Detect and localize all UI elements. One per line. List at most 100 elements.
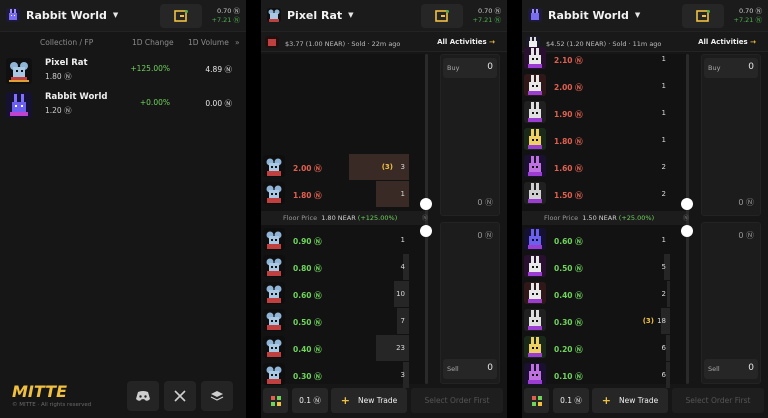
buy-value: 0 bbox=[487, 62, 493, 72]
buy-slider-knob[interactable] bbox=[681, 198, 693, 210]
buy-value: 0 bbox=[748, 62, 754, 72]
wallet-button[interactable] bbox=[682, 4, 724, 28]
ask-price: 1.50 Ⓝ bbox=[554, 191, 583, 200]
bid-row[interactable]: 0.60 Ⓝ 1 bbox=[522, 227, 670, 253]
ask-price: 1.60 Ⓝ bbox=[554, 164, 583, 173]
sell-panel: 0 Ⓝ Sell 0 bbox=[701, 222, 761, 384]
top-bar: Rabbit World ▼ 0.70 Ⓝ +7.21 Ⓝ bbox=[522, 0, 768, 32]
bid-row[interactable]: 0.60 Ⓝ 10 bbox=[261, 281, 409, 307]
nft-thumb bbox=[524, 128, 546, 150]
header-1d-volume[interactable]: 1D Volume bbox=[188, 38, 229, 47]
ask-row[interactable]: 2.00 Ⓝ 1 bbox=[522, 73, 670, 99]
collection-row-pixel-rat[interactable]: Pixel Rat 1.80 Ⓝ +125.00% 4.89 Ⓝ bbox=[0, 54, 246, 88]
collection-title: Pixel Rat bbox=[287, 8, 343, 22]
bid-row[interactable]: 0.30 Ⓝ (3) 18 bbox=[522, 308, 670, 334]
buy-panel: Buy 0 0 Ⓝ bbox=[701, 54, 761, 216]
bid-row[interactable]: 0.40 Ⓝ 2 bbox=[522, 281, 670, 307]
new-trade-label: New Trade bbox=[357, 396, 398, 405]
sell-input[interactable]: Sell 0 bbox=[443, 359, 497, 379]
nft-thumb bbox=[524, 309, 546, 331]
discord-button[interactable] bbox=[127, 381, 159, 411]
wallet-button[interactable] bbox=[421, 4, 463, 28]
ask-price: 1.80 Ⓝ bbox=[293, 191, 322, 200]
nft-thumb bbox=[524, 47, 546, 69]
bid-row[interactable]: 0.90 Ⓝ 1 bbox=[261, 227, 409, 253]
collection-row-rabbit-world[interactable]: Rabbit World 1.20 Ⓝ +0.00% 0.00 Ⓝ bbox=[0, 88, 246, 122]
stack-icon bbox=[210, 391, 224, 401]
ask-count: 2 bbox=[661, 163, 666, 171]
collection-avatar bbox=[6, 8, 20, 22]
submit-order-button[interactable]: Select Order First bbox=[411, 388, 503, 413]
wallet-button[interactable] bbox=[160, 4, 202, 28]
bid-row[interactable]: 0.50 Ⓝ 5 bbox=[522, 254, 670, 280]
new-trade-button[interactable]: + New Trade bbox=[331, 388, 407, 413]
bid-row[interactable]: 0.50 Ⓝ 7 bbox=[261, 308, 409, 334]
quantity-selector[interactable]: 0.1 Ⓝ bbox=[553, 388, 589, 413]
all-activities-link[interactable]: All Activities → bbox=[437, 38, 495, 46]
ask-count: 3 bbox=[400, 163, 405, 171]
bottom-bar: 0.1 Ⓝ + New Trade Select Order First bbox=[261, 385, 507, 415]
balance-readout: 0.70 Ⓝ +7.21 Ⓝ bbox=[212, 7, 241, 25]
more-columns-icon[interactable]: » bbox=[235, 38, 240, 47]
bid-price: 0.40 Ⓝ bbox=[554, 291, 583, 300]
bid-count: 1 bbox=[661, 236, 666, 244]
bid-count: 6 bbox=[661, 344, 666, 352]
day-volume: 0.00 Ⓝ bbox=[205, 99, 232, 108]
ask-row[interactable]: 1.60 Ⓝ 2 bbox=[522, 154, 670, 180]
bid-price: 0.90 Ⓝ bbox=[293, 237, 322, 246]
collection-name: Rabbit World bbox=[45, 92, 108, 102]
bid-row[interactable]: 0.80 Ⓝ 4 bbox=[261, 254, 409, 280]
sell-slider-knob[interactable] bbox=[420, 225, 432, 237]
ask-row[interactable]: 2.10 Ⓝ 1 bbox=[522, 46, 670, 72]
sell-slider-knob[interactable] bbox=[681, 225, 693, 237]
buy-input[interactable]: Buy 0 bbox=[443, 58, 497, 78]
collection-selector[interactable]: Rabbit World ▼ bbox=[6, 8, 118, 22]
bid-price: 0.50 Ⓝ bbox=[554, 264, 583, 273]
collection-selector[interactable]: Pixel Rat ▼ bbox=[267, 8, 354, 22]
header-collection[interactable]: Collection / FP bbox=[40, 38, 93, 47]
own-count: (3) bbox=[642, 317, 654, 325]
all-activities-link[interactable]: All Activities → bbox=[698, 38, 756, 46]
mitte-logo: MITTE bbox=[12, 382, 82, 402]
header-1d-change[interactable]: 1D Change bbox=[132, 38, 174, 47]
ask-row[interactable]: 1.50 Ⓝ 2 bbox=[522, 181, 670, 207]
grid-toggle-button[interactable] bbox=[263, 388, 288, 413]
balance-change: +7.21 Ⓝ bbox=[733, 16, 763, 24]
ask-price: 1.80 Ⓝ bbox=[554, 137, 583, 146]
sell-input[interactable]: Sell 0 bbox=[704, 359, 758, 379]
balance-amount: 0.70 Ⓝ bbox=[738, 7, 762, 15]
bid-count: 7 bbox=[400, 317, 405, 325]
sell-total: 0 Ⓝ bbox=[477, 231, 493, 240]
docs-button[interactable] bbox=[201, 381, 233, 411]
bid-count: 5 bbox=[661, 263, 666, 271]
depth-bar bbox=[666, 335, 670, 361]
grid-icon bbox=[270, 395, 281, 406]
collection-selector[interactable]: Rabbit World ▼ bbox=[528, 8, 640, 22]
ask-row[interactable]: 2.00 Ⓝ (3) 3 bbox=[261, 154, 409, 180]
new-trade-button[interactable]: + New Trade bbox=[592, 388, 668, 413]
nft-thumb bbox=[263, 309, 285, 331]
top-bar: Pixel Rat ▼ 0.70 Ⓝ +7.21 Ⓝ bbox=[261, 0, 507, 32]
buy-slider-knob[interactable] bbox=[420, 198, 432, 210]
ask-row[interactable]: 1.80 Ⓝ 1 bbox=[261, 181, 409, 207]
quantity-selector[interactable]: 0.1 Ⓝ bbox=[292, 388, 328, 413]
buy-total: 0 Ⓝ bbox=[477, 198, 493, 207]
wallet-icon bbox=[174, 10, 188, 22]
depth-bar bbox=[667, 281, 670, 307]
rabbit-world-thumb bbox=[6, 92, 32, 118]
ask-row[interactable]: 1.90 Ⓝ 1 bbox=[522, 100, 670, 126]
last-trade-thumb bbox=[265, 36, 279, 48]
bid-row[interactable]: 0.40 Ⓝ 23 bbox=[261, 335, 409, 361]
grid-toggle-button[interactable] bbox=[524, 388, 549, 413]
ask-row[interactable]: 1.80 Ⓝ 1 bbox=[522, 127, 670, 153]
nft-thumb bbox=[263, 336, 285, 358]
ask-price: 2.00 Ⓝ bbox=[293, 164, 322, 173]
bid-price: 0.50 Ⓝ bbox=[293, 318, 322, 327]
own-count: (3) bbox=[381, 163, 393, 171]
bid-price: 0.60 Ⓝ bbox=[293, 291, 322, 300]
buy-input[interactable]: Buy 0 bbox=[704, 58, 758, 78]
submit-order-button[interactable]: Select Order First bbox=[672, 388, 764, 413]
bid-row[interactable]: 0.20 Ⓝ 6 bbox=[522, 335, 670, 361]
sell-total: 0 Ⓝ bbox=[738, 231, 754, 240]
x-button[interactable] bbox=[164, 381, 196, 411]
